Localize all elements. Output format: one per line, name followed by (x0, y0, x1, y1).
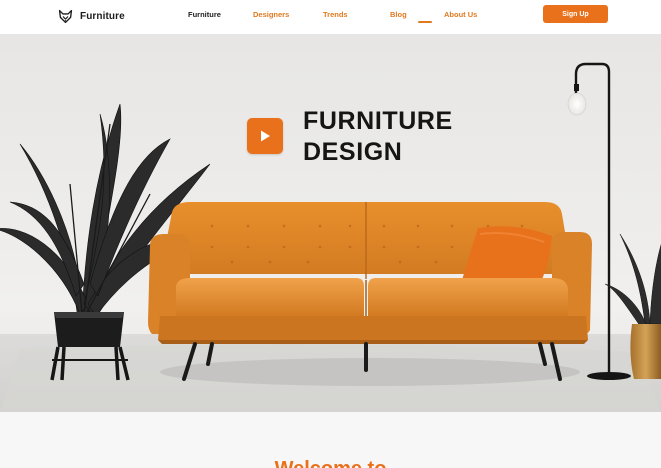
brand-name: Furniture (80, 10, 125, 22)
nav-item-trends[interactable]: Trends (323, 10, 348, 19)
welcome-heading: Welcome to (0, 458, 661, 468)
nav-item-about-us[interactable]: About Us (444, 10, 477, 19)
top-navbar: Furniture Furniture Designers Trends Blo… (0, 0, 661, 34)
nav-item-blog[interactable]: Blog (390, 10, 407, 19)
play-icon (261, 130, 270, 142)
fox-icon (58, 9, 73, 23)
hero-banner: FURNITURE DESIGN (0, 34, 661, 412)
welcome-section: Welcome to (0, 412, 661, 468)
nav-item-designers[interactable]: Designers (253, 10, 289, 19)
active-nav-underline (417, 21, 432, 23)
hero-scene-image (0, 62, 661, 412)
hero-title-line-2: DESIGN (303, 138, 403, 166)
hero-title-line-1: FURNITURE (303, 107, 453, 135)
hero-title: FURNITURE DESIGN (303, 106, 453, 168)
play-video-button[interactable] (247, 118, 283, 154)
brand-logo[interactable]: Furniture (57, 7, 125, 25)
sign-up-button[interactable]: Sign Up (543, 5, 608, 23)
nav-item-furniture[interactable]: Furniture (188, 10, 221, 19)
